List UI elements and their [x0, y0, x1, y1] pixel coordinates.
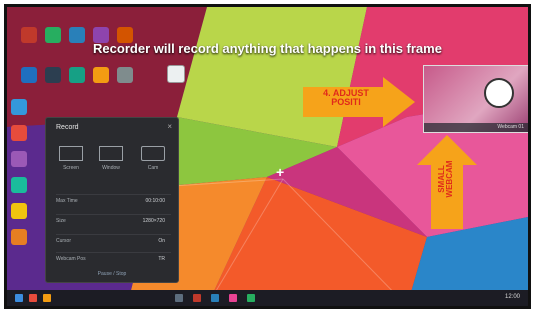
mode-window-button[interactable]: Window	[96, 146, 126, 171]
setting-key: Size	[56, 218, 66, 224]
app-icon[interactable]	[93, 67, 109, 83]
screenshot-frame: Recorder will record anything that happe…	[4, 4, 531, 309]
setting-key: Cursor	[56, 238, 72, 244]
recording-frame-caption: Recorder will record anything that happe…	[93, 41, 442, 56]
close-icon[interactable]: ×	[167, 122, 172, 131]
app-icon[interactable]	[11, 151, 27, 167]
mode-label: Window	[102, 165, 120, 171]
webcam-icon	[141, 146, 165, 161]
webcam-caption-bar: Webcam 01	[424, 123, 528, 132]
setting-row[interactable]: Cursor On	[56, 234, 171, 247]
app-icon[interactable]	[29, 294, 37, 302]
setting-key: Webcam Pos	[56, 256, 86, 262]
crosshair-icon: +	[276, 164, 285, 180]
app-icon[interactable]	[175, 294, 183, 302]
mode-screen-button[interactable]: Screen	[56, 146, 86, 171]
setting-row[interactable]: Max Time 00:10:00	[56, 194, 171, 207]
app-icon[interactable]	[11, 99, 27, 115]
app-icon[interactable]	[193, 294, 201, 302]
setting-value: 1280×720	[142, 218, 165, 224]
app-icon[interactable]	[11, 203, 27, 219]
app-icon[interactable]	[11, 177, 27, 193]
setting-key: Max Time	[56, 198, 78, 204]
app-icon[interactable]	[11, 229, 27, 245]
small-webcam-label: SMALL WEBCAM	[437, 160, 454, 198]
app-icon[interactable]	[229, 294, 237, 302]
desktop-icon-area	[13, 25, 185, 95]
webcam-preview[interactable]: Webcam 01	[423, 65, 528, 133]
monitor-icon	[59, 146, 83, 161]
recorder-title: Record	[56, 124, 79, 131]
start-icon[interactable]	[15, 294, 23, 302]
setting-row[interactable]: Webcam Pos TR	[56, 252, 171, 265]
mode-label: Screen	[63, 165, 79, 171]
app-icon[interactable]	[43, 294, 51, 302]
mode-label: Cam	[147, 165, 159, 171]
app-icon[interactable]	[11, 125, 27, 141]
adjust-position-label: 4. ADJUST POSITI	[323, 88, 369, 107]
setting-row[interactable]: Size 1280×720	[56, 214, 171, 227]
setting-value: 00:10:00	[145, 198, 165, 204]
mode-cam-button[interactable]: Cam	[138, 146, 168, 171]
recorder-panel: Record × Screen Window Cam Max Time 00:1…	[45, 117, 179, 283]
app-icon[interactable]	[45, 67, 61, 83]
app-icon[interactable]	[21, 67, 37, 83]
setting-value: On	[158, 238, 165, 244]
setting-value: TR	[158, 256, 165, 262]
app-icon[interactable]	[69, 67, 85, 83]
window-icon	[99, 146, 123, 161]
app-icon[interactable]	[117, 67, 133, 83]
channel-logo	[484, 78, 514, 108]
recorder-controls[interactable]: Pause / Stop	[46, 271, 178, 277]
taskbar: 12:00	[7, 290, 528, 306]
clock[interactable]: 12:00	[505, 294, 520, 300]
app-icon[interactable]	[247, 294, 255, 302]
app-icon[interactable]	[211, 294, 219, 302]
file-icon[interactable]	[167, 65, 185, 83]
capture-mode-group: Screen Window Cam	[56, 146, 171, 182]
webcam-caption: Webcam 01	[497, 124, 524, 130]
